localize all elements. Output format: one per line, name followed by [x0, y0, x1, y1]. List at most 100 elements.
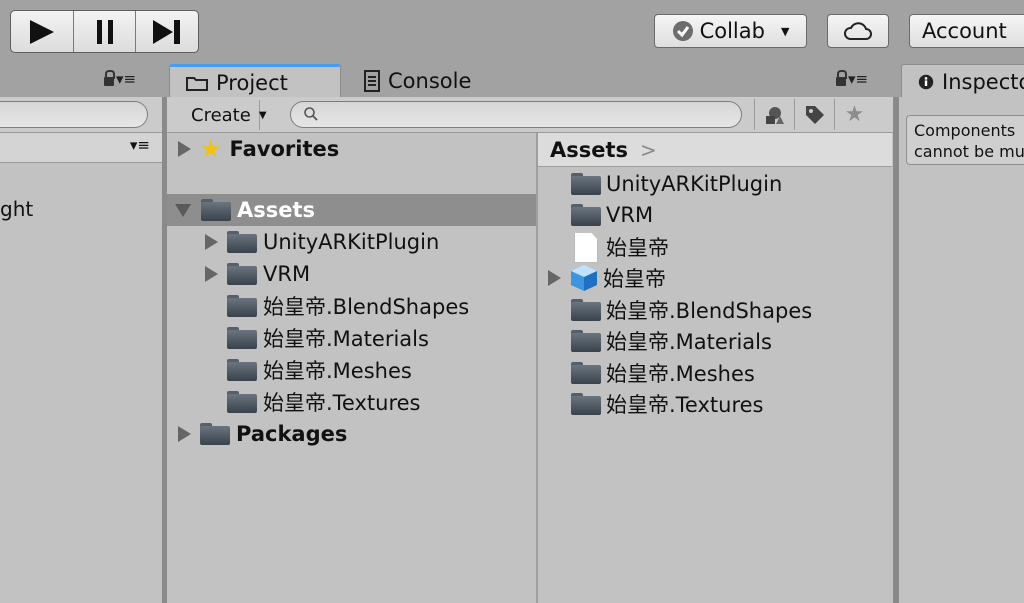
- step-icon: [153, 19, 181, 44]
- item-label: 始皇帝.Meshes: [606, 361, 755, 386]
- star-icon: ★: [200, 135, 222, 163]
- asset-list: UnityARKitPlugin VRM 始皇帝 始皇帝 始皇帝.BlendSh…: [538, 168, 892, 420]
- hierarchy-search-row: [0, 97, 162, 133]
- breadcrumb-assets[interactable]: Assets: [550, 138, 628, 162]
- tree-label: 始皇帝.Meshes: [263, 359, 412, 383]
- menu-icon[interactable]: ▾≡: [130, 136, 150, 154]
- collapse-arrow-icon: [175, 203, 191, 217]
- chevron-right-icon: >: [640, 137, 657, 162]
- list-item[interactable]: 始皇帝: [538, 231, 892, 263]
- menu-icon: ▾≡: [116, 70, 137, 88]
- expand-arrow-icon: [178, 141, 191, 157]
- info-icon: [918, 74, 934, 89]
- star-icon: ★: [844, 102, 865, 127]
- tree-item-assets[interactable]: Assets: [167, 194, 536, 226]
- lock-icon: [104, 69, 115, 86]
- play-button[interactable]: [11, 11, 73, 52]
- cloud-icon: [844, 22, 872, 40]
- expand-arrow-icon: [548, 270, 561, 287]
- expand-arrow-icon: [205, 266, 218, 282]
- hierarchy-item[interactable]: ght: [0, 197, 33, 221]
- inspector-message-line1: Components: [914, 121, 1016, 140]
- tab-console[interactable]: Console: [348, 64, 508, 98]
- list-item[interactable]: 始皇帝.Meshes: [538, 357, 892, 389]
- folder-icon: [571, 361, 601, 384]
- favorites-filter-button[interactable]: ★: [834, 99, 874, 130]
- create-label: Create: [191, 104, 251, 126]
- folder-icon: [227, 391, 257, 413]
- tree-label: VRM: [263, 262, 311, 286]
- folder-tab-icon: [186, 76, 208, 91]
- tree-item-favorites[interactable]: ★ Favorites: [167, 133, 536, 165]
- chevron-down-icon: ▼: [258, 109, 267, 121]
- folder-icon: [571, 172, 601, 195]
- folder-icon: [227, 295, 257, 317]
- tab-row: [0, 62, 1024, 98]
- lock-icon: [836, 69, 847, 86]
- project-search-input[interactable]: [290, 101, 742, 128]
- item-label: 始皇帝.Textures: [606, 393, 764, 418]
- folder-icon: [227, 263, 257, 285]
- tree-item[interactable]: 始皇帝.Materials: [167, 322, 536, 354]
- list-item[interactable]: 始皇帝.Textures: [538, 389, 892, 421]
- pause-icon: [96, 19, 113, 44]
- tree-label: Favorites: [229, 137, 340, 161]
- tab-inspector[interactable]: Inspector: [901, 64, 1024, 98]
- tab-console-label: Console: [388, 69, 472, 93]
- cube-icon: [571, 265, 597, 292]
- list-item[interactable]: 始皇帝: [538, 263, 892, 295]
- tree-item[interactable]: VRM: [167, 258, 536, 290]
- item-label: 始皇帝: [603, 267, 666, 292]
- item-label: VRM: [606, 203, 654, 228]
- tree-item[interactable]: UnityARKitPlugin: [167, 226, 536, 258]
- tree-label: 始皇帝.Textures: [263, 391, 421, 415]
- expand-arrow-icon: [178, 426, 191, 442]
- item-label: 始皇帝: [606, 235, 669, 260]
- inspector-message: Components cannot be mu: [906, 115, 1024, 165]
- inspector-panel: [899, 97, 1024, 603]
- tree-item[interactable]: 始皇帝.BlendShapes: [167, 290, 536, 322]
- play-icon: [29, 19, 54, 44]
- tree-label: 始皇帝.BlendShapes: [263, 295, 470, 319]
- tag-icon: [805, 105, 824, 124]
- menu-icon: ▾≡: [848, 70, 869, 88]
- chevron-down-icon: ▼: [780, 24, 790, 38]
- project-search-row: Create ▼ ★: [167, 97, 894, 133]
- list-item[interactable]: 始皇帝.Materials: [538, 326, 892, 358]
- collab-label: Collab: [699, 19, 765, 43]
- search-icon: [304, 107, 318, 121]
- hierarchy-lock-menu[interactable]: ▾≡: [104, 69, 137, 88]
- filter-type-icon: [765, 106, 784, 124]
- tree-item[interactable]: 始皇帝.Meshes: [167, 354, 536, 386]
- create-button[interactable]: Create ▼: [177, 100, 267, 130]
- folder-icon: [227, 327, 257, 349]
- list-item[interactable]: 始皇帝.BlendShapes: [538, 294, 892, 326]
- item-label: 始皇帝.Materials: [606, 330, 772, 355]
- list-item[interactable]: VRM: [538, 200, 892, 232]
- list-item[interactable]: UnityARKitPlugin: [538, 168, 892, 200]
- expand-arrow-icon: [205, 234, 218, 250]
- collab-button[interactable]: Collab ▼: [654, 14, 807, 48]
- folder-icon: [571, 298, 601, 321]
- search-by-label-button[interactable]: [794, 99, 834, 130]
- tab-project[interactable]: Project: [169, 64, 341, 98]
- account-label: Account: [922, 19, 1007, 43]
- tree-item-packages[interactable]: Packages: [167, 418, 536, 450]
- project-lock-menu[interactable]: ▾≡: [836, 69, 869, 88]
- hierarchy-scene-header: ▾≡: [0, 133, 162, 163]
- tree-label: UnityARKitPlugin: [263, 230, 440, 254]
- tab-inspector-label: Inspector: [942, 69, 1024, 94]
- folder-icon: [571, 204, 601, 227]
- cloud-button[interactable]: [827, 14, 889, 48]
- hierarchy-search-input[interactable]: [0, 101, 148, 128]
- tree-label: Packages: [236, 422, 348, 446]
- inspector-message-line2: cannot be mu: [914, 142, 1024, 161]
- account-button[interactable]: Account: [909, 14, 1024, 48]
- step-button[interactable]: [135, 11, 198, 52]
- pause-button[interactable]: [72, 11, 136, 52]
- folder-icon: [227, 231, 257, 253]
- search-by-type-button[interactable]: [754, 99, 794, 130]
- project-tree: ★ Favorites Assets UnityARKitPlugin VRM …: [167, 133, 536, 450]
- tree-item[interactable]: 始皇帝.Textures: [167, 386, 536, 418]
- tree-label: 始皇帝.Materials: [263, 327, 429, 351]
